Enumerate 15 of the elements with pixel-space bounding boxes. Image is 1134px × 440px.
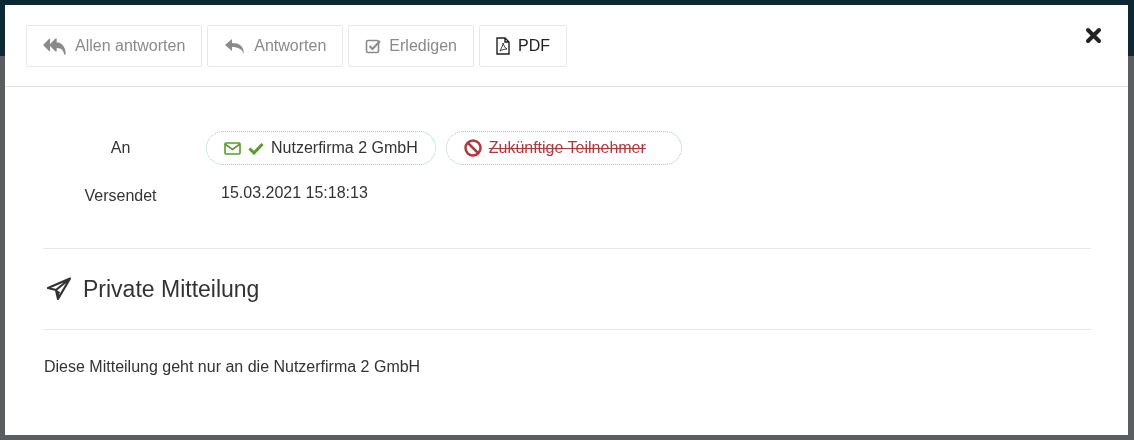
reply-icon <box>224 37 247 55</box>
message-title: Private Mitteilung <box>83 275 260 303</box>
message-text: Diese Mitteilung geht nur an die Nutzerfirma 2 GmbH <box>44 358 422 376</box>
prohibited-icon <box>463 139 482 157</box>
sent-date: 15.03.2021 15:18:13 <box>221 184 368 202</box>
pdf-button[interactable]: PDF <box>478 25 567 67</box>
check-icon <box>248 141 264 155</box>
checkbox-icon <box>365 38 382 54</box>
close-icon[interactable] <box>1085 27 1102 44</box>
field-label: Versendet <box>83 187 158 205</box>
pdf-file-icon <box>495 37 510 55</box>
field-label: An <box>109 139 132 157</box>
paper-plane-icon <box>46 277 72 301</box>
reply-all-icon <box>43 37 67 55</box>
envelope-icon <box>224 141 241 155</box>
